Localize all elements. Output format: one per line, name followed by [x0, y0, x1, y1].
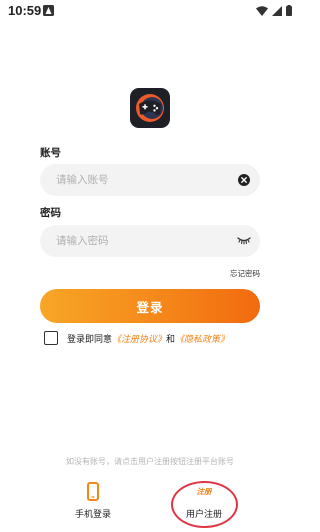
- login-button[interactable]: 登录: [40, 289, 260, 323]
- app-logo-gamepad-icon: [130, 88, 170, 128]
- notification-app-icon: [43, 5, 54, 16]
- agreement-row: 登录即同意《注册协议》和《隐私政策》: [44, 330, 229, 346]
- agreement-checkbox[interactable]: [44, 331, 58, 345]
- agreement-text: 登录即同意《注册协议》和《隐私政策》: [67, 332, 229, 345]
- footer-hint: 如没有账号，请点击用户注册按钮注册平台账号: [66, 457, 234, 466]
- status-bar: 10:59: [0, 0, 300, 22]
- password-label: 密码: [40, 207, 61, 219]
- agreement-and: 和: [166, 334, 176, 345]
- account-input-box[interactable]: [40, 164, 260, 196]
- password-input-box[interactable]: [40, 225, 260, 257]
- password-input[interactable]: [56, 225, 236, 257]
- phone-login-label: 手机登录: [74, 510, 111, 520]
- eye-closed-icon[interactable]: [237, 236, 251, 246]
- account-label: 账号: [40, 147, 61, 159]
- battery-icon: [286, 5, 292, 16]
- forgot-password-link[interactable]: 忘记密码: [230, 268, 260, 279]
- phone-login-tab[interactable]: 手机登录: [53, 482, 133, 526]
- privacy-link[interactable]: 《隐私政策》: [175, 335, 229, 345]
- signal-icon: [272, 5, 282, 16]
- clear-icon[interactable]: [238, 174, 250, 186]
- status-time: 10:59: [8, 3, 42, 18]
- account-input[interactable]: [56, 164, 236, 196]
- agreement-prefix: 登录即同意: [67, 334, 113, 345]
- terms-link[interactable]: 《注册协议》: [112, 335, 166, 345]
- highlight-circle: [171, 481, 238, 528]
- wifi-icon: [256, 5, 268, 16]
- phone-icon: [87, 482, 99, 501]
